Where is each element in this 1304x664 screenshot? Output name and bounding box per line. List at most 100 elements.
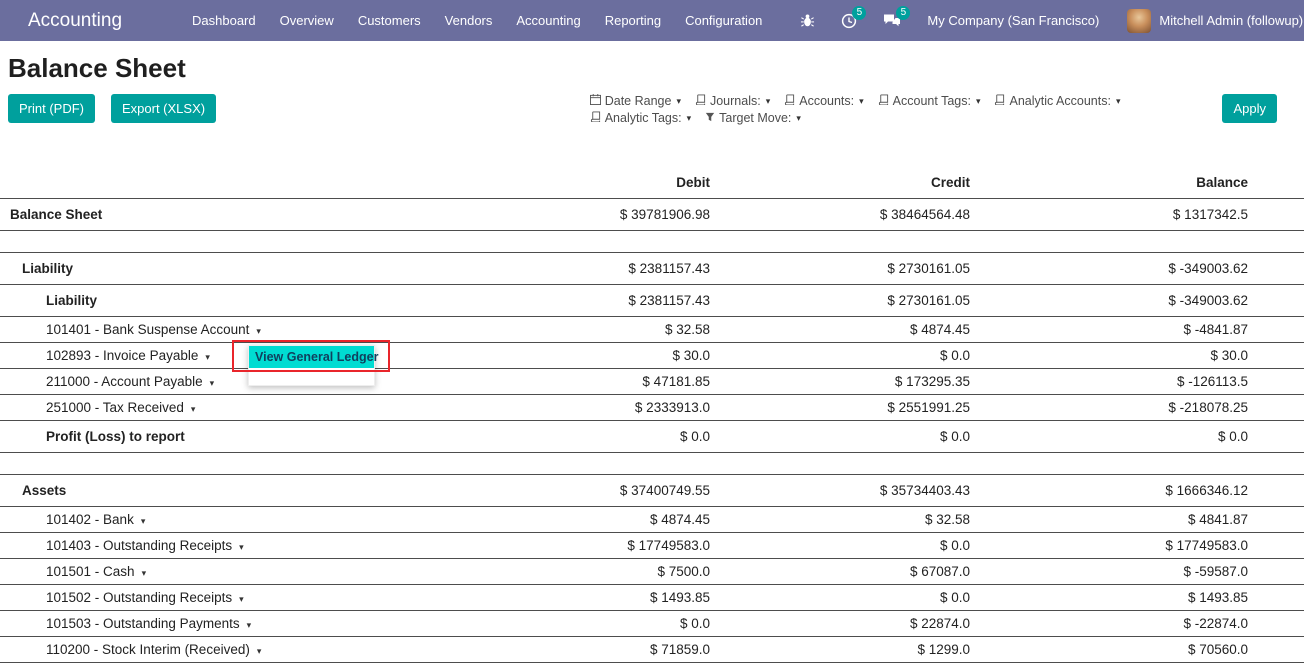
account-label[interactable]: 110200 - Stock Interim (Received)	[46, 642, 250, 657]
spacer-row	[0, 230, 1304, 252]
account-label[interactable]: 101403 - Outstanding Receipts	[46, 538, 232, 553]
account-label[interactable]: 101503 - Outstanding Payments	[46, 616, 240, 631]
debit-value: $ 17749583.0	[450, 531, 710, 559]
account-dropdown-toggle-icon[interactable]: ▾	[141, 516, 146, 526]
book-icon	[878, 94, 893, 108]
nav-item-customers[interactable]: Customers	[346, 0, 433, 41]
account-dropdown-menu: View General Ledger	[248, 344, 378, 386]
balance-value: $ -349003.62	[970, 251, 1304, 285]
book-icon	[994, 94, 1009, 108]
balance-value: $ -22874.0	[970, 609, 1304, 637]
credit-value: $ 2730161.05	[710, 283, 970, 317]
company-switcher[interactable]: My Company (San Francisco)	[927, 13, 1099, 28]
report-row: 101501 - Cash ▾ $ 7500.0 $ 67087.0 $ -59587.…	[0, 557, 1304, 585]
filter-icon	[705, 111, 719, 125]
balance-value: $ 1493.85	[970, 583, 1304, 611]
account-dropdown-toggle-icon[interactable]: ▾	[142, 568, 147, 578]
report-row: 101401 - Bank Suspense Account ▾ $ 32.58 $ …	[0, 315, 1304, 343]
apply-button[interactable]: Apply	[1222, 94, 1277, 123]
account-label[interactable]: 251000 - Tax Received	[46, 400, 184, 415]
credit-value: $ 22874.0	[710, 609, 970, 637]
nav-item-dashboard[interactable]: Dashboard	[180, 0, 268, 41]
spacer-row	[0, 452, 1304, 474]
app-name[interactable]: Accounting	[28, 10, 122, 32]
menu-item-view-general-ledger[interactable]: View General Ledger	[249, 345, 378, 368]
account-dropdown-toggle-icon[interactable]: ▾	[256, 326, 261, 336]
activities-clock-icon[interactable]: 5	[841, 5, 867, 29]
debit-value: $ 71859.0	[450, 635, 710, 663]
book-icon	[590, 111, 605, 125]
report-row: Balance Sheet $ 39781906.98 $ 38464564.48 $…	[0, 197, 1304, 231]
bug-icon[interactable]	[800, 13, 815, 28]
messages-chat-icon[interactable]: 5	[883, 5, 911, 29]
account-label[interactable]: 101402 - Bank	[46, 512, 134, 527]
main-content: Balance Sheet Print (PDF) Export (XLSX) …	[0, 53, 1304, 663]
account-label[interactable]: 101401 - Bank Suspense Account	[46, 322, 249, 337]
account-dropdown-toggle-icon[interactable]: ▾	[257, 646, 262, 656]
user-menu[interactable]: Mitchell Admin (followup)	[1159, 13, 1303, 28]
nav-item-configuration[interactable]: Configuration	[673, 0, 774, 41]
report-row: 101503 - Outstanding Payments ▾ $ 0.0 $ 228…	[0, 609, 1304, 637]
page-title: Balance Sheet	[8, 53, 186, 83]
filter-journals[interactable]: Journals: ▾	[695, 94, 770, 108]
account-label[interactable]: 211000 - Account Payable	[46, 374, 203, 389]
balance-value: $ 30.0	[970, 341, 1304, 369]
print-pdf-button[interactable]: Print (PDF)	[8, 94, 95, 123]
nav-item-accounting[interactable]: Accounting	[504, 0, 592, 41]
debit-value: $ 1493.85	[450, 583, 710, 611]
account-dropdown-toggle-icon[interactable]: ▾	[247, 620, 252, 630]
chevron-down-icon: ▾	[796, 112, 801, 123]
nav-item-reporting[interactable]: Reporting	[593, 0, 673, 41]
account-dropdown-toggle-icon[interactable]: ▾	[210, 378, 215, 388]
credit-value: $ 67087.0	[710, 557, 970, 585]
filters-panel: Date Range ▾ Journals: ▾ Accounts: ▾ Account T…	[589, 94, 1135, 128]
nav-item-overview[interactable]: Overview	[268, 0, 346, 41]
balance-value: $ -349003.62	[970, 283, 1304, 317]
apps-grid-icon[interactable]	[14, 13, 16, 28]
report-row: 101502 - Outstanding Receipts ▾ $ 1493.85 $…	[0, 583, 1304, 611]
account-dropdown-toggle-icon[interactable]: ▾	[191, 404, 196, 414]
filter-target-move[interactable]: Target Move: ▾	[705, 111, 801, 125]
filter-date-range[interactable]: Date Range ▾	[589, 94, 681, 108]
chevron-down-icon: ▾	[765, 95, 771, 106]
report-row: 101402 - Bank ▾ $ 4874.45 $ 32.58 $ 4841.87	[0, 505, 1304, 533]
topbar-nav: Dashboard Overview Customers Vendors Account…	[180, 0, 774, 41]
balance-value: $ 4841.87	[970, 505, 1304, 533]
chevron-down-icon: ▾	[859, 95, 864, 106]
section-label: Profit (Loss) to report	[46, 428, 185, 444]
balance-column-header: Balance	[1196, 175, 1248, 191]
report-row: Assets $ 37400749.55 $ 35734403.43 $ 166634…	[0, 473, 1304, 507]
account-label[interactable]: 101501 - Cash	[46, 564, 135, 579]
debit-value: $ 47181.85	[450, 367, 710, 395]
credit-value: $ 2730161.05	[710, 251, 970, 285]
credit-value: $ 0.0	[710, 583, 970, 611]
account-label[interactable]: 101502 - Outstanding Receipts	[46, 590, 232, 605]
filter-account-tags[interactable]: Account Tags: ▾	[878, 94, 980, 108]
nav-item-vendors[interactable]: Vendors	[433, 0, 505, 41]
activities-badge: 5	[852, 5, 867, 20]
account-dropdown-toggle-icon[interactable]: ▾	[205, 352, 210, 362]
avatar[interactable]	[1127, 8, 1152, 33]
balance-value: $ 0.0	[970, 419, 1304, 453]
balance-value: $ 70560.0	[970, 635, 1304, 663]
dropdown-empty-area	[249, 367, 374, 385]
debit-value: $ 2381157.43	[450, 251, 710, 285]
chevron-down-icon: ▾	[676, 95, 681, 106]
account-dropdown-toggle-icon[interactable]: ▾	[239, 542, 244, 552]
filter-accounts[interactable]: Accounts: ▾	[784, 94, 864, 108]
export-xlsx-button[interactable]: Export (XLSX)	[111, 94, 217, 123]
book-icon	[784, 94, 799, 108]
report-table-body: Balance Sheet $ 39781906.98 $ 38464564.48 $…	[0, 197, 1304, 663]
balance-value: $ -218078.25	[970, 393, 1304, 421]
debit-value: $ 0.0	[450, 609, 710, 637]
filter-analytic-accounts[interactable]: Analytic Accounts: ▾	[994, 94, 1120, 108]
balance-value: $ -126113.5	[970, 367, 1304, 395]
filter-analytic-tags[interactable]: Analytic Tags: ▾	[590, 111, 691, 125]
balance-value: $ 1666346.12	[970, 473, 1304, 507]
account-dropdown-toggle-icon[interactable]: ▾	[239, 594, 244, 604]
account-label[interactable]: 102893 - Invoice Payable	[46, 348, 198, 363]
table-header-row: Debit Credit Balance	[0, 168, 1304, 198]
label-column-header	[0, 168, 450, 198]
debit-value: $ 2381157.43	[450, 283, 710, 317]
balance-value: $ -59587.0	[970, 557, 1304, 585]
